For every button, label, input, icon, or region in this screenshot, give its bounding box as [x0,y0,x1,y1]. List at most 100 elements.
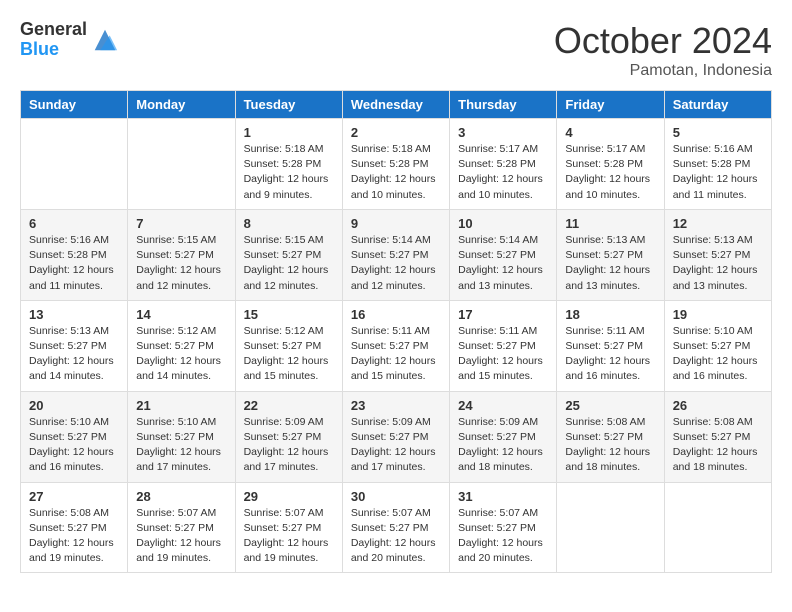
calendar-cell: 30 Sunrise: 5:07 AMSunset: 5:27 PMDayligh… [342,482,449,573]
day-info: Sunrise: 5:17 AMSunset: 5:28 PMDaylight:… [565,142,655,203]
weekday-header-wednesday: Wednesday [342,91,449,119]
day-info: Sunrise: 5:17 AMSunset: 5:28 PMDaylight:… [458,142,548,203]
day-number: 24 [458,398,548,413]
day-number: 31 [458,489,548,504]
weekday-header-thursday: Thursday [450,91,557,119]
weekday-header-saturday: Saturday [664,91,771,119]
calendar-week-row: 27 Sunrise: 5:08 AMSunset: 5:27 PMDayligh… [21,482,772,573]
day-number: 20 [29,398,119,413]
day-info: Sunrise: 5:07 AMSunset: 5:27 PMDaylight:… [458,506,548,567]
calendar-cell [21,119,128,210]
day-info: Sunrise: 5:09 AMSunset: 5:27 PMDaylight:… [244,415,334,476]
day-number: 19 [673,307,763,322]
day-number: 17 [458,307,548,322]
day-info: Sunrise: 5:11 AMSunset: 5:27 PMDaylight:… [565,324,655,385]
calendar-table: SundayMondayTuesdayWednesdayThursdayFrid… [20,90,772,573]
calendar-cell: 18 Sunrise: 5:11 AMSunset: 5:27 PMDayligh… [557,300,664,391]
calendar-cell: 22Sunrise: 5:09 AMSunset: 5:27 PMDayligh… [235,391,342,482]
calendar-cell: 12 Sunrise: 5:13 AMSunset: 5:27 PMDayligh… [664,209,771,300]
calendar-week-row: 13 Sunrise: 5:13 AMSunset: 5:27 PMDayligh… [21,300,772,391]
day-info: Sunrise: 5:12 AMSunset: 5:27 PMDaylight:… [244,324,334,385]
day-info: Sunrise: 5:16 AMSunset: 5:28 PMDaylight:… [673,142,763,203]
day-number: 16 [351,307,441,322]
month-title: October 2024 [554,20,772,62]
day-info: Sunrise: 5:10 AMSunset: 5:27 PMDaylight:… [136,415,226,476]
calendar-cell: 23 Sunrise: 5:09 AMSunset: 5:27 PMDayligh… [342,391,449,482]
calendar-cell: 2Sunrise: 5:18 AMSunset: 5:28 PMDaylight… [342,119,449,210]
calendar-cell: 6 Sunrise: 5:16 AMSunset: 5:28 PMDaylight… [21,209,128,300]
day-number: 18 [565,307,655,322]
day-number: 9 [351,216,441,231]
day-number: 10 [458,216,548,231]
day-info: Sunrise: 5:13 AMSunset: 5:27 PMDaylight:… [565,233,655,294]
day-number: 6 [29,216,119,231]
day-number: 30 [351,489,441,504]
day-info: Sunrise: 5:07 AMSunset: 5:27 PMDaylight:… [244,506,334,567]
calendar-cell: 10 Sunrise: 5:14 AMSunset: 5:27 PMDayligh… [450,209,557,300]
calendar-week-row: 20 Sunrise: 5:10 AMSunset: 5:27 PMDayligh… [21,391,772,482]
calendar-week-row: 1 Sunrise: 5:18 AMSunset: 5:28 PMDaylight… [21,119,772,210]
day-info: Sunrise: 5:11 AMSunset: 5:27 PMDaylight:… [458,324,548,385]
calendar-cell: 14Sunrise: 5:12 AMSunset: 5:27 PMDayligh… [128,300,235,391]
calendar-cell: 16Sunrise: 5:11 AMSunset: 5:27 PMDayligh… [342,300,449,391]
day-number: 25 [565,398,655,413]
calendar-week-row: 6 Sunrise: 5:16 AMSunset: 5:28 PMDaylight… [21,209,772,300]
logo-general-text: General [20,20,87,40]
calendar-cell: 24 Sunrise: 5:09 AMSunset: 5:27 PMDayligh… [450,391,557,482]
calendar-cell: 5 Sunrise: 5:16 AMSunset: 5:28 PMDaylight… [664,119,771,210]
day-info: Sunrise: 5:12 AMSunset: 5:27 PMDaylight:… [136,324,226,385]
calendar-cell [664,482,771,573]
calendar-cell: 28Sunrise: 5:07 AMSunset: 5:27 PMDayligh… [128,482,235,573]
day-number: 1 [244,125,334,140]
day-number: 5 [673,125,763,140]
day-info: Sunrise: 5:13 AMSunset: 5:27 PMDaylight:… [673,233,763,294]
day-number: 2 [351,125,441,140]
weekday-header-row: SundayMondayTuesdayWednesdayThursdayFrid… [21,91,772,119]
weekday-header-monday: Monday [128,91,235,119]
calendar-cell: 1 Sunrise: 5:18 AMSunset: 5:28 PMDaylight… [235,119,342,210]
weekday-header-friday: Friday [557,91,664,119]
day-info: Sunrise: 5:13 AMSunset: 5:27 PMDaylight:… [29,324,119,385]
day-number: 29 [244,489,334,504]
calendar-cell [128,119,235,210]
day-info: Sunrise: 5:08 AMSunset: 5:27 PMDaylight:… [29,506,119,567]
calendar-cell: 20 Sunrise: 5:10 AMSunset: 5:27 PMDayligh… [21,391,128,482]
day-info: Sunrise: 5:14 AMSunset: 5:27 PMDaylight:… [458,233,548,294]
day-number: 8 [244,216,334,231]
title-block: October 2024 Pamotan, Indonesia [554,20,772,80]
weekday-header-sunday: Sunday [21,91,128,119]
day-number: 3 [458,125,548,140]
day-number: 26 [673,398,763,413]
calendar-cell: 9 Sunrise: 5:14 AMSunset: 5:27 PMDaylight… [342,209,449,300]
day-info: Sunrise: 5:09 AMSunset: 5:27 PMDaylight:… [351,415,441,476]
day-info: Sunrise: 5:14 AMSunset: 5:27 PMDaylight:… [351,233,441,294]
day-info: Sunrise: 5:18 AMSunset: 5:28 PMDaylight:… [244,142,334,203]
day-number: 7 [136,216,226,231]
day-number: 11 [565,216,655,231]
day-number: 13 [29,307,119,322]
calendar-cell: 3 Sunrise: 5:17 AMSunset: 5:28 PMDaylight… [450,119,557,210]
day-info: Sunrise: 5:07 AMSunset: 5:27 PMDaylight:… [351,506,441,567]
location: Pamotan, Indonesia [554,62,772,80]
calendar-cell: 13 Sunrise: 5:13 AMSunset: 5:27 PMDayligh… [21,300,128,391]
day-info: Sunrise: 5:09 AMSunset: 5:27 PMDaylight:… [458,415,548,476]
day-info: Sunrise: 5:08 AMSunset: 5:27 PMDaylight:… [673,415,763,476]
day-number: 23 [351,398,441,413]
page-header: General Blue October 2024 Pamotan, Indon… [20,20,772,80]
day-info: Sunrise: 5:08 AMSunset: 5:27 PMDaylight:… [565,415,655,476]
calendar-cell: 4Sunrise: 5:17 AMSunset: 5:28 PMDaylight… [557,119,664,210]
calendar-cell: 31 Sunrise: 5:07 AMSunset: 5:27 PMDayligh… [450,482,557,573]
day-number: 28 [136,489,226,504]
calendar-cell: 19 Sunrise: 5:10 AMSunset: 5:27 PMDayligh… [664,300,771,391]
day-info: Sunrise: 5:10 AMSunset: 5:27 PMDaylight:… [29,415,119,476]
calendar-cell: 29 Sunrise: 5:07 AMSunset: 5:27 PMDayligh… [235,482,342,573]
calendar-cell: 25 Sunrise: 5:08 AMSunset: 5:27 PMDayligh… [557,391,664,482]
day-info: Sunrise: 5:10 AMSunset: 5:27 PMDaylight:… [673,324,763,385]
calendar-cell: 21Sunrise: 5:10 AMSunset: 5:27 PMDayligh… [128,391,235,482]
day-number: 27 [29,489,119,504]
day-number: 15 [244,307,334,322]
calendar-cell: 15 Sunrise: 5:12 AMSunset: 5:27 PMDayligh… [235,300,342,391]
day-number: 12 [673,216,763,231]
calendar-cell: 11 Sunrise: 5:13 AMSunset: 5:27 PMDayligh… [557,209,664,300]
day-info: Sunrise: 5:16 AMSunset: 5:28 PMDaylight:… [29,233,119,294]
